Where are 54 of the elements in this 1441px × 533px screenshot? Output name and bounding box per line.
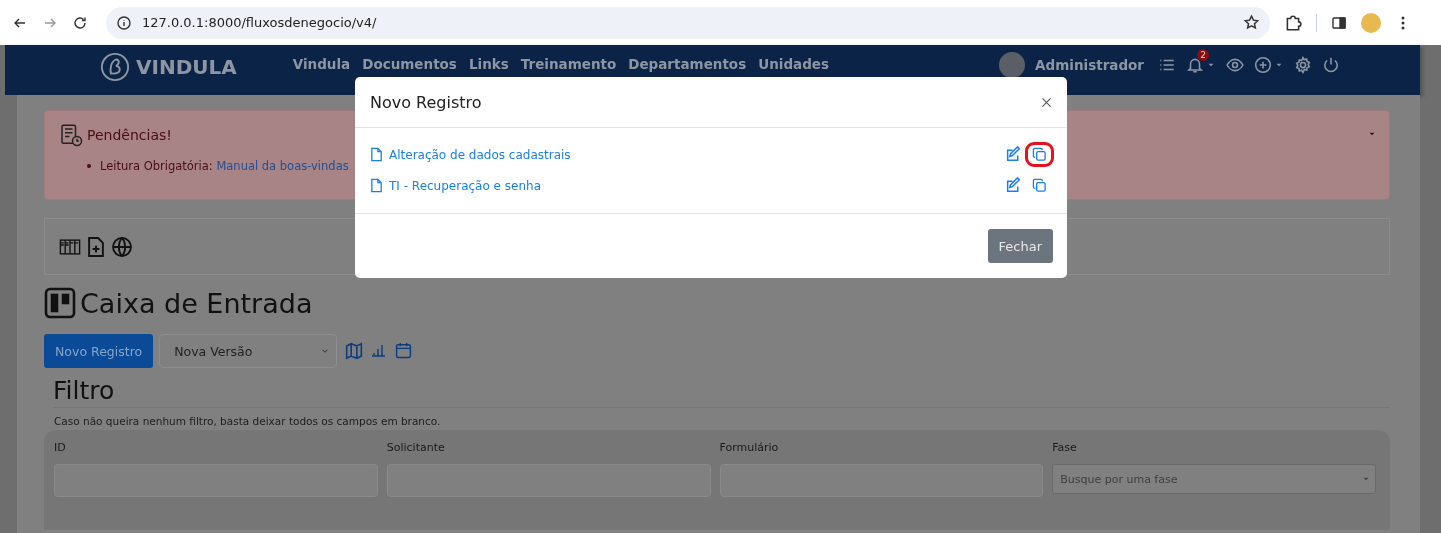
version-select[interactable]: Nova Versão xyxy=(159,334,338,368)
file-icon[interactable] xyxy=(369,178,384,193)
close-modal-button[interactable]: Fechar xyxy=(987,229,1053,263)
select-field[interactable]: Busque por uma fase xyxy=(1052,464,1376,494)
page-title: Caixa de Entrada xyxy=(80,287,313,319)
nav-link[interactable]: Links xyxy=(468,52,509,72)
globe-icon[interactable] xyxy=(111,235,133,258)
nav-link[interactable]: Treinamento xyxy=(520,52,617,72)
avatar[interactable] xyxy=(999,52,1026,78)
user-name[interactable]: Administrador xyxy=(1035,57,1144,73)
copy-icon xyxy=(1032,178,1047,193)
edit-icon[interactable] xyxy=(1005,146,1022,163)
info-icon[interactable] xyxy=(116,14,132,31)
nav-link[interactable]: Unidades xyxy=(758,52,830,72)
map-icon[interactable] xyxy=(345,342,364,360)
field-label: Formulário xyxy=(719,441,780,454)
power-icon[interactable] xyxy=(1322,56,1340,74)
nav-link[interactable]: Departamentos xyxy=(628,52,747,72)
side-panel-icon[interactable] xyxy=(1331,14,1347,31)
settings-icon[interactable] xyxy=(1294,56,1312,74)
close-icon xyxy=(1040,95,1053,109)
brand-name: VINDULA xyxy=(136,55,237,79)
pending-item: Leitura Obrigatória: Manual da boas-vindas xyxy=(100,159,349,173)
reload-icon[interactable] xyxy=(72,14,88,31)
nav-link[interactable]: Documentos xyxy=(362,52,457,72)
field-label: Fase xyxy=(1052,441,1078,454)
address-bar[interactable]: 127.0.0.1:8000/fluxosdenegocio/v4/ xyxy=(106,6,1270,39)
modal-title: Novo Registro xyxy=(370,92,482,112)
form-link[interactable]: Alteração de dados cadastrais xyxy=(389,147,571,162)
plus-circle-icon[interactable] xyxy=(1254,56,1272,74)
section-title: Filtro xyxy=(53,376,1390,408)
close-button[interactable] xyxy=(1040,95,1053,109)
notification-badge: 2 xyxy=(1197,49,1209,61)
logo-icon[interactable] xyxy=(100,52,130,82)
new-record-button[interactable]: Novo Registro xyxy=(44,334,154,368)
field-label: Solicitante xyxy=(386,441,446,454)
copy-button[interactable] xyxy=(1025,142,1054,167)
bell-icon[interactable] xyxy=(1186,56,1204,74)
file-icon[interactable] xyxy=(369,147,384,162)
field-label: ID xyxy=(54,441,67,454)
copy-icon xyxy=(1032,147,1047,162)
edit-icon[interactable] xyxy=(1005,177,1022,194)
form-link[interactable]: TI - Recuperação e senha xyxy=(389,178,541,193)
calendar-icon[interactable] xyxy=(395,342,413,359)
star-icon[interactable] xyxy=(1243,14,1260,31)
bullet-icon xyxy=(87,164,91,168)
filter-hint: Caso não queira nenhum filtro, basta deixar todos os campos em branco. xyxy=(54,415,442,427)
document-clock-icon xyxy=(59,123,83,147)
eye-icon[interactable] xyxy=(1226,56,1244,74)
kanban-icon xyxy=(44,287,76,319)
file-plus-icon[interactable] xyxy=(85,235,107,258)
nav-link[interactable]: Vindula xyxy=(292,52,351,72)
extension-icon[interactable] xyxy=(1284,13,1302,32)
alert-title: Pendências! xyxy=(87,127,172,143)
